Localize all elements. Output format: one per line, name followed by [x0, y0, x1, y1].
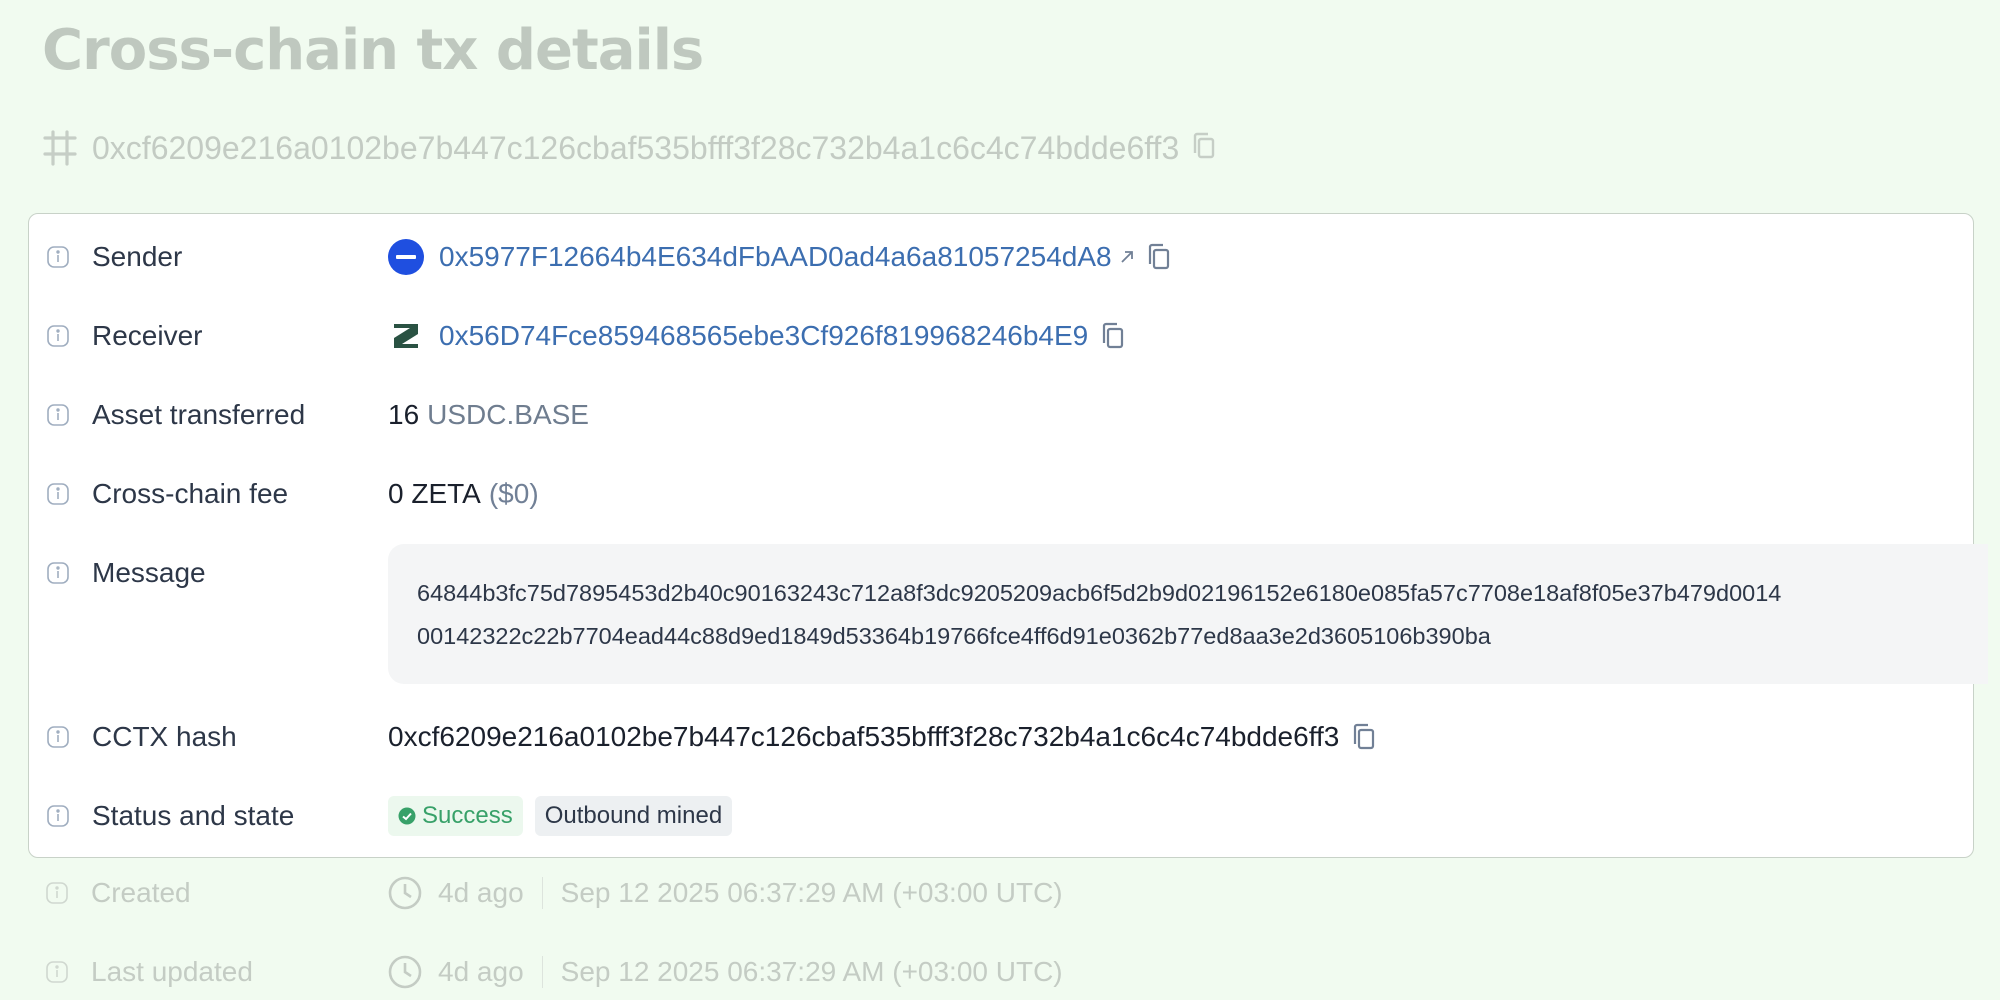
clock-icon [388, 955, 422, 989]
updated-value: 4d ago Sep 12 2025 06:37:29 AM (+03:00 U… [387, 954, 1063, 990]
receiver-address-link[interactable]: 0x56D74Fce859468565ebe3Cf926f819968246b4… [439, 320, 1088, 352]
hash-icon [40, 128, 80, 168]
info-icon[interactable] [47, 246, 69, 268]
sender-value: 0x5977F12664b4E634dFbAAD0ad4a6a81057254d… [388, 239, 1172, 275]
copy-icon[interactable] [1100, 321, 1126, 351]
page-title: Cross-chain tx details [42, 18, 704, 83]
info-icon[interactable] [47, 562, 69, 584]
message-line-1: 64844b3fc75d7895453d2b40c90163243c712a8f… [417, 580, 1782, 606]
fee-value: 0 ZETA ($0) [388, 478, 539, 510]
fee-label: Cross-chain fee [92, 478, 289, 509]
copy-icon[interactable] [1191, 131, 1217, 166]
receiver-value: 0x56D74Fce859468565ebe3Cf926f819968246b4… [388, 318, 1126, 354]
cctx-value: 0xcf6209e216a0102be7b447c126cbaf535bfff3… [388, 721, 1377, 753]
info-icon[interactable] [46, 882, 68, 904]
check-circle-icon [398, 807, 416, 825]
info-icon[interactable] [47, 325, 69, 347]
asset-symbol: USDC.BASE [427, 399, 589, 430]
info-icon[interactable] [47, 805, 69, 827]
message-box[interactable]: 64844b3fc75d7895453d2b40c90163243c712a8f… [388, 544, 1988, 684]
status-badge: Success [388, 796, 523, 836]
tx-hash-row: 0xcf6209e216a0102be7b447c126cbaf535bfff3… [40, 126, 1217, 170]
info-icon[interactable] [46, 961, 68, 983]
fee-amount: 0 ZETA [388, 478, 481, 509]
tx-hash-value: 0xcf6209e216a0102be7b447c126cbaf535bfff3… [92, 129, 1180, 166]
state-badge: Outbound mined [534, 796, 733, 836]
message-line-2: 00142322c22b7704ead44c88d9ed1849d53364b1… [417, 623, 1491, 649]
status-value: Success Outbound mined [388, 796, 733, 836]
external-link-icon[interactable] [1118, 248, 1136, 266]
fee-usd: ($0) [488, 478, 539, 509]
created-value: 4d ago Sep 12 2025 06:37:29 AM (+03:00 U… [387, 875, 1063, 911]
updated-timestamp: Sep 12 2025 06:37:29 AM (+03:00 UTC) [560, 956, 1063, 987]
divider [541, 956, 543, 988]
status-text: Success [422, 802, 513, 829]
info-icon[interactable] [47, 483, 69, 505]
cctx-label: CCTX hash [92, 721, 237, 752]
zetachain-icon [394, 324, 418, 348]
copy-icon[interactable] [1146, 242, 1172, 272]
cctx-hash: 0xcf6209e216a0102be7b447c126cbaf535bfff3… [388, 721, 1340, 752]
message-label: Message [92, 557, 206, 588]
created-timestamp: Sep 12 2025 06:37:29 AM (+03:00 UTC) [560, 877, 1063, 908]
copy-icon[interactable] [1351, 722, 1377, 752]
info-icon[interactable] [47, 726, 69, 748]
updated-label: Last updated [91, 956, 253, 987]
sender-address-link[interactable]: 0x5977F12664b4E634dFbAAD0ad4a6a81057254d… [439, 241, 1112, 273]
sender-label: Sender [92, 241, 183, 272]
created-label: Created [91, 877, 191, 908]
info-icon[interactable] [47, 404, 69, 426]
divider [541, 877, 543, 909]
details-card: Sender 0x5977F12664b4E634dFbAAD0ad4a6a81… [28, 213, 1988, 858]
updated-relative: 4d ago [438, 956, 524, 987]
status-label: Status and state [92, 800, 295, 831]
created-relative: 4d ago [438, 877, 524, 908]
clock-icon [388, 876, 422, 910]
asset-label: Asset transferred [92, 399, 306, 430]
asset-value: 16 USDC.BASE [388, 399, 589, 431]
asset-amount: 16 [388, 399, 420, 430]
receiver-label: Receiver [92, 320, 203, 351]
base-chain-icon [388, 239, 424, 275]
